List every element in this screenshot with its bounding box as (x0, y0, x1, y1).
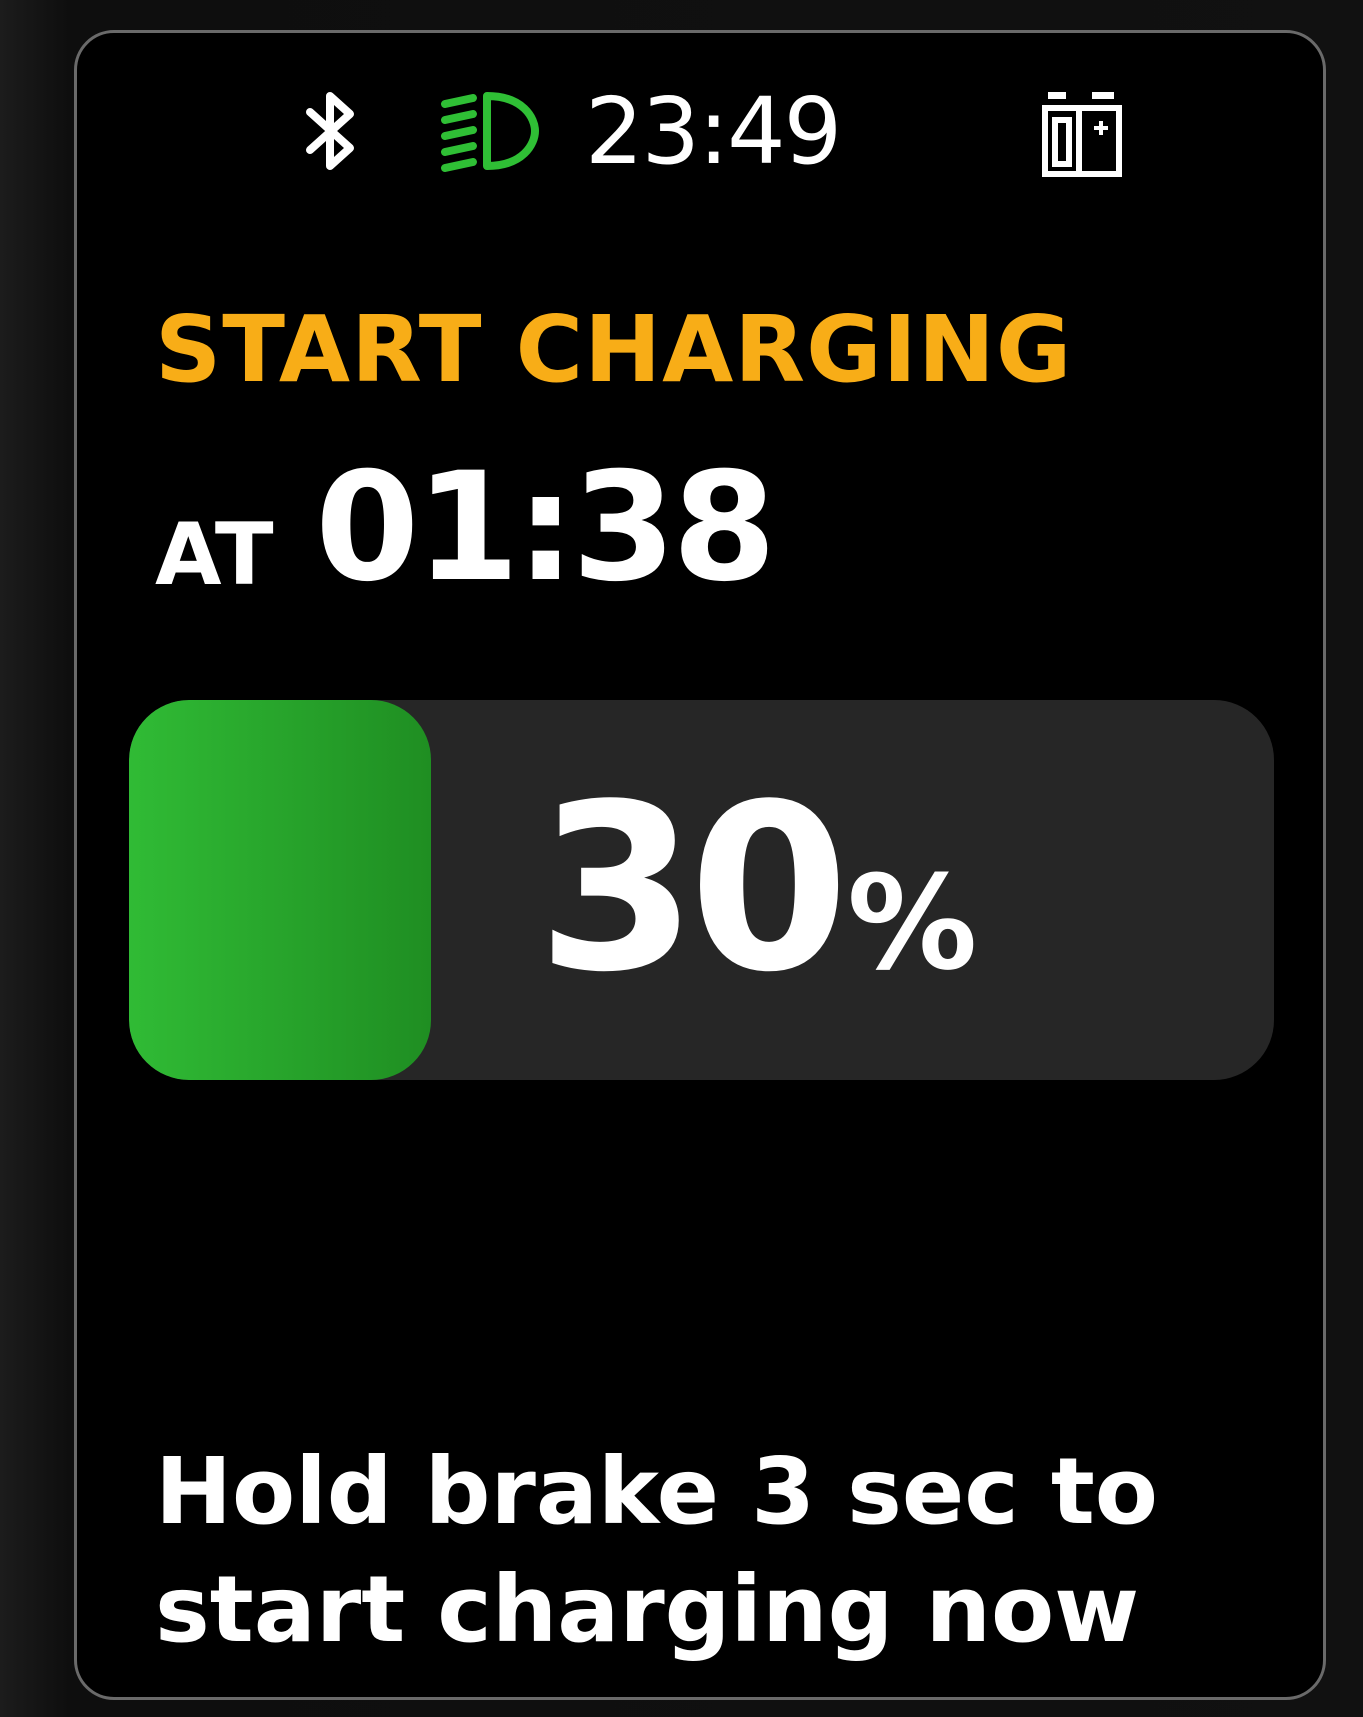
percent-sign: % (847, 847, 978, 999)
charge-headline: START CHARGING (155, 296, 1073, 403)
at-label: AT (155, 505, 274, 605)
hint-line-2: start charging now (155, 1556, 1140, 1663)
hint-line-1: Hold brake 3 sec to (155, 1438, 1159, 1545)
scheduled-start-time: 01:38 (315, 441, 776, 615)
brake-hint: Hold brake 3 sec to start charging now (155, 1433, 1275, 1669)
status-bar: 23:49 (77, 33, 1323, 203)
battery-level-readout: 30% (537, 770, 977, 1010)
headlight-icon (441, 92, 539, 172)
bluetooth-icon (306, 92, 354, 170)
battery-level-fill (129, 700, 432, 1080)
battery-percent-value: 30 (537, 756, 849, 1023)
clock: 23:49 (585, 78, 842, 185)
battery-charging-icon (1042, 92, 1122, 177)
battery-level-bar: 30% (129, 700, 1274, 1080)
charging-screen: 23:49 START CHARGING AT 01:38 30% Hold b… (74, 30, 1326, 1700)
